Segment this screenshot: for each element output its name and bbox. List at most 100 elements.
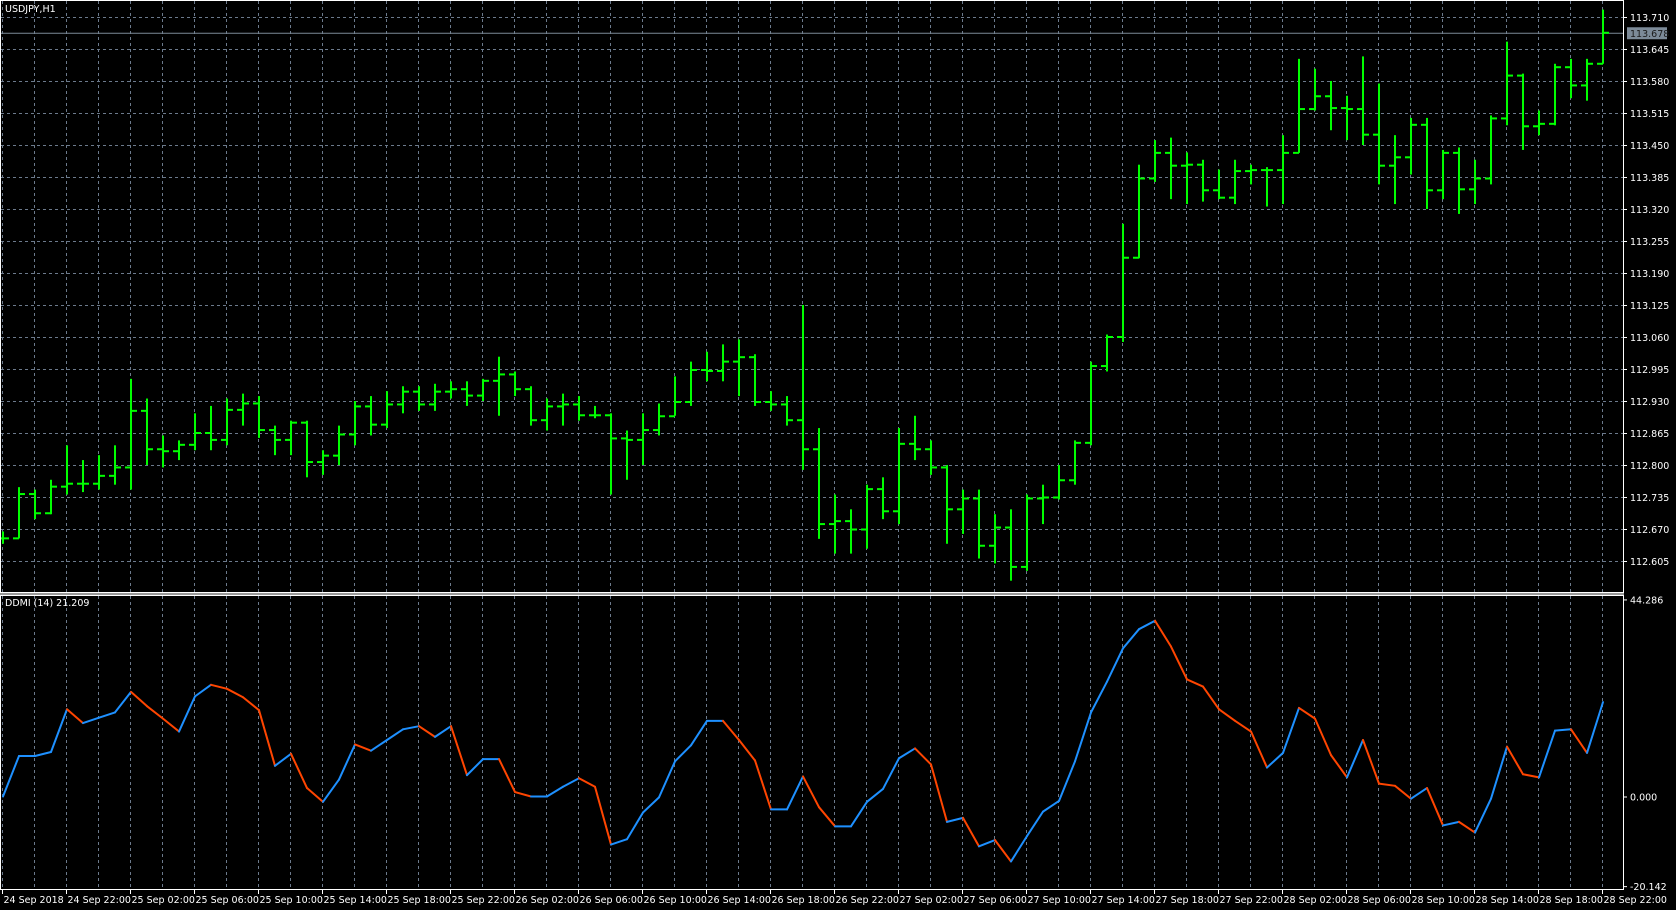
ddmi-segment <box>1154 619 1172 648</box>
ohlc-bar <box>269 425 281 456</box>
ddmi-segment <box>1010 835 1028 863</box>
time-axis-label: 28 Sep 10:00 <box>1412 895 1475 906</box>
ddmi-segment <box>370 738 388 752</box>
ohlc-bar <box>1453 147 1465 214</box>
ddmi-segment <box>466 758 484 777</box>
ohlc-bar <box>1357 56 1369 145</box>
ddmi-segment <box>194 683 212 698</box>
ohlc-bar <box>221 398 233 446</box>
ddmi-segment <box>674 744 692 763</box>
ddmi-segment <box>1250 730 1268 769</box>
ddmi-segment <box>994 839 1012 863</box>
ohlc-bar <box>1293 58 1305 154</box>
ddmi-segment <box>274 752 292 767</box>
ohlc-bar <box>717 344 729 382</box>
ohlc-bar <box>909 415 921 461</box>
ddmi-segment <box>82 716 100 725</box>
ohlc-bar <box>1517 73 1529 150</box>
ohlc-bar <box>237 393 249 426</box>
ddmi-segment <box>1426 787 1444 827</box>
ddmi-segment <box>50 708 68 753</box>
time-axis-label: 28 Sep 02:00 <box>1284 895 1347 906</box>
ohlc-bar <box>253 396 265 438</box>
ddmi-segment <box>738 738 756 762</box>
ddmi-segment <box>1490 745 1508 800</box>
ohlc-bar <box>733 339 745 397</box>
indicator-axis-label: -20.142 <box>1630 882 1667 893</box>
ddmi-segment <box>1410 787 1428 800</box>
ddmi-segment <box>546 785 564 798</box>
price-axis-label: 112.670 <box>1630 525 1669 536</box>
ddmi-segment <box>1090 680 1108 714</box>
indicator-panel-border <box>0 595 1624 890</box>
ohlc-bar <box>941 465 953 544</box>
ohlc-bar <box>61 445 73 495</box>
time-axis-label: 25 Sep 14:00 <box>324 895 387 906</box>
ddmi-segment <box>930 763 948 823</box>
ohlc-bar <box>1533 110 1545 136</box>
ohlc-bar <box>301 420 313 478</box>
ohlc-bar <box>1581 58 1593 101</box>
chart-window[interactable]: 113.710 113.645 113.580 113.515 113.450 113.3… <box>0 0 1676 910</box>
ohlc-bar <box>1149 140 1161 182</box>
ddmi-segment <box>642 796 660 814</box>
ddmi-segment <box>818 806 836 828</box>
time-axis-label: 27 Sep 06:00 <box>964 895 1027 906</box>
ddmi-segment <box>1394 784 1412 800</box>
ddmi-segment <box>178 695 196 733</box>
ohlc-bar <box>653 403 665 436</box>
ohlc-bar <box>157 435 169 468</box>
price-axis-label: 113.385 <box>1630 173 1669 184</box>
time-axis-label: 25 Sep 06:00 <box>196 895 259 906</box>
ohlc-bar <box>1085 361 1097 446</box>
ohlc-bar <box>0 531 9 544</box>
ohlc-bar <box>845 509 857 554</box>
ddmi-segment <box>242 696 260 712</box>
price-axis-label: 113.125 <box>1630 301 1669 312</box>
ddmi-segment <box>498 758 516 794</box>
price-axis-label: 112.865 <box>1630 429 1669 440</box>
price-axis-label: 112.930 <box>1630 397 1669 408</box>
ddmi-segment <box>1506 745 1524 776</box>
ddmi-segment <box>2 755 20 798</box>
ddmi-segment <box>1522 773 1540 779</box>
ohlc-bar <box>429 383 441 411</box>
ddmi-segment <box>1458 820 1476 834</box>
ddmi-segment <box>1122 628 1140 650</box>
time-axis-label: 27 Sep 22:00 <box>1220 895 1283 906</box>
ddmi-segment <box>1346 738 1364 779</box>
ddmi-segment <box>338 743 356 781</box>
ohlc-bar <box>317 450 329 475</box>
ohlc-bar <box>13 487 25 540</box>
ddmi-segment <box>258 709 276 767</box>
ohlc-bar <box>1325 81 1337 131</box>
time-axis-label: 26 Sep 10:00 <box>644 895 707 906</box>
ohlc-bar <box>749 354 761 406</box>
ohlc-bar <box>1261 167 1273 207</box>
indicator-axis-label: 0.000 <box>1630 793 1657 804</box>
ddmi-segment <box>210 683 228 690</box>
price-axis-label: 113.320 <box>1630 205 1669 216</box>
ddmi-segment <box>882 757 900 790</box>
price-axis-label: 113.645 <box>1630 45 1669 56</box>
ohlc-bar <box>1229 159 1241 205</box>
ddmi-segment <box>1554 728 1572 732</box>
price-axis-label: 113.190 <box>1630 269 1669 280</box>
ddmi-segment <box>114 690 132 714</box>
indicator-title: DDMI (14) 21.209 <box>5 598 89 609</box>
indicator-axis-label: 44.286 <box>1630 595 1663 606</box>
ohlc-bar <box>797 305 809 470</box>
ohlc-bar <box>829 494 841 554</box>
ohlc-bar <box>493 356 505 416</box>
ohlc-bar <box>637 413 649 465</box>
ohlc-bar <box>1213 169 1225 200</box>
time-axis-label: 26 Sep 14:00 <box>708 895 771 906</box>
ddmi-segment <box>722 719 740 741</box>
ddmi-segment <box>1570 728 1588 754</box>
ohlc-bar <box>29 489 41 520</box>
ohlc-bar <box>1437 149 1449 200</box>
ddmi-segment <box>658 760 676 799</box>
time-axis-label: 27 Sep 02:00 <box>900 895 963 906</box>
ddmi-segment <box>754 759 772 811</box>
ohlc-bar <box>445 381 457 399</box>
